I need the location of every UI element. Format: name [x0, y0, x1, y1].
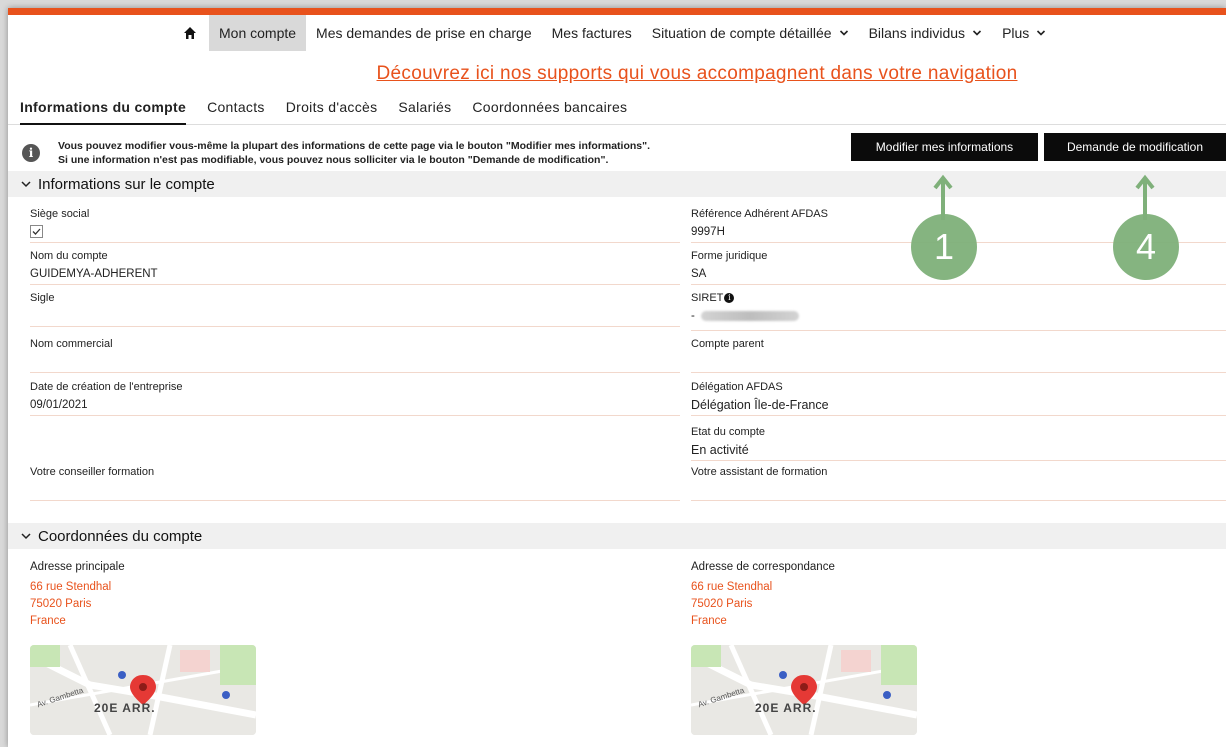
info-icon: i: [22, 144, 40, 162]
address-line[interactable]: 66 rue Stendhal: [30, 579, 125, 596]
chevron-down-icon: [1037, 30, 1046, 36]
field-etat-compte: Etat du compte En activité: [691, 425, 1226, 461]
section-title: Informations sur le compte: [38, 175, 215, 193]
field-value: -: [691, 307, 1226, 325]
chevron-down-icon: [21, 181, 31, 188]
nav-label: Mon compte: [219, 25, 297, 41]
main-address: Adresse principale 66 rue Stendhal 75020…: [30, 561, 125, 630]
field-label: Compte parent: [691, 338, 764, 350]
field-nom-compte: Nom du compte GUIDEMYA-ADHERENT: [30, 249, 680, 285]
siret-label: SIRET: [691, 292, 724, 304]
nav-plus[interactable]: Plus: [992, 15, 1056, 51]
field-label: Nom commercial: [30, 338, 113, 350]
field-value: Délégation Île-de-France: [691, 398, 829, 412]
field-value: [30, 307, 680, 325]
account-tabs: Informations du compte Contacts Droits d…: [8, 95, 1226, 125]
nav-label: Bilans individus: [868, 25, 966, 41]
field-compte-parent: Compte parent: [691, 337, 1226, 373]
edit-info-button[interactable]: Modifier mes informations: [851, 133, 1038, 161]
check-icon: [32, 228, 41, 235]
account-info-grid: Siège social Nom du compte GUIDEMYA-ADHE…: [8, 197, 1226, 523]
nav-situation[interactable]: Situation de compte détaillée: [642, 15, 859, 51]
field-conseiller: Votre conseiller formation: [30, 465, 680, 501]
map-district-label: 20E ARR.: [755, 701, 817, 715]
section-account-info[interactable]: Informations sur le compte: [8, 171, 1226, 197]
callout-badge-edit: 1: [911, 214, 977, 280]
main-address-map[interactable]: Av. Gambetta 20E ARR.: [30, 645, 256, 735]
field-assistant: Votre assistant de formation: [691, 465, 1226, 501]
field-value: [691, 481, 1226, 499]
chevron-down-icon: [839, 30, 848, 36]
field-date-creation: Date de création de l'entreprise 09/01/2…: [30, 380, 680, 416]
address-label: Adresse de correspondance: [691, 561, 835, 573]
section-title: Coordonnées du compte: [38, 527, 203, 545]
tab-informations[interactable]: Informations du compte: [20, 95, 187, 125]
address-label: Adresse principale: [30, 561, 125, 573]
field-value: [30, 481, 680, 499]
info-text: Vous pouvez modifier vous-même la plupar…: [58, 139, 650, 167]
section-coordonnees[interactable]: Coordonnées du compte: [8, 523, 1226, 549]
address-line[interactable]: 75020 Paris: [691, 596, 835, 613]
map-district-label: 20E ARR.: [94, 701, 156, 715]
info-icon[interactable]: i: [724, 293, 735, 304]
field-siret: SIRET i -: [691, 291, 1226, 331]
field-label: Nom du compte: [30, 250, 108, 262]
chevron-down-icon: [972, 30, 982, 36]
main-nav: Mon compte Mes demandes de prise en char…: [8, 15, 1226, 51]
callout-badge-request: 4: [1113, 214, 1179, 280]
field-label: Etat du compte: [691, 426, 765, 438]
address-line[interactable]: France: [691, 613, 835, 630]
correspondence-address-map[interactable]: Av. Gambetta 20E ARR.: [691, 645, 917, 735]
siret-value: -: [691, 310, 695, 322]
nav-label: Mes factures: [551, 25, 632, 41]
map-tiles: [30, 645, 256, 735]
field-label: Votre assistant de formation: [691, 466, 828, 478]
nav-label: Situation de compte détaillée: [651, 25, 832, 41]
field-siege-social: Siège social: [30, 207, 680, 243]
nav-home[interactable]: [173, 15, 209, 51]
field-label: Siège social: [30, 208, 90, 220]
field-delegation: Délégation AFDAS Délégation Île-de-Franc…: [691, 380, 1226, 416]
request-change-button[interactable]: Demande de modification: [1044, 133, 1226, 161]
field-label: Sigle: [30, 292, 55, 304]
info-line-1: Vous pouvez modifier vous-même la plupar…: [58, 140, 651, 152]
chevron-down-icon: [21, 533, 31, 540]
map-tiles: [691, 645, 917, 735]
field-sigle: Sigle: [30, 291, 680, 327]
field-value: 09/01/2021: [30, 399, 88, 411]
siege-social-checkbox[interactable]: [30, 225, 43, 238]
info-line-2: Si une information n'est pas modifiable,…: [58, 154, 609, 166]
tab-contacts[interactable]: Contacts: [207, 95, 265, 125]
nav-bilans[interactable]: Bilans individus: [859, 15, 993, 51]
tab-droits[interactable]: Droits d'accès: [286, 95, 378, 125]
correspondence-address: Adresse de correspondance 66 rue Stendha…: [691, 561, 835, 630]
info-bar: i Vous pouvez modifier vous-même la plup…: [8, 125, 1226, 171]
brand-top-bar: [8, 8, 1226, 15]
redacted-siret: [700, 310, 799, 321]
field-value: En activité: [691, 443, 749, 457]
nav-mon-compte[interactable]: Mon compte: [209, 15, 307, 51]
address-line[interactable]: 66 rue Stendhal: [691, 579, 835, 596]
field-value: [691, 353, 1226, 371]
support-banner-link[interactable]: Découvrez ici nos supports qui vous acco…: [8, 63, 1226, 85]
nav-label: Plus: [1002, 25, 1030, 41]
nav-factures[interactable]: Mes factures: [542, 15, 642, 51]
nav-demandes[interactable]: Mes demandes de prise en charge: [306, 15, 542, 51]
tab-salaries[interactable]: Salariés: [398, 95, 451, 125]
app-frame: Mon compte Mes demandes de prise en char…: [8, 8, 1226, 747]
address-line[interactable]: 75020 Paris: [30, 596, 125, 613]
field-nom-commercial: Nom commercial: [30, 337, 680, 373]
field-label: SIRET i: [691, 291, 1226, 307]
home-icon: [184, 27, 196, 39]
field-label: Votre conseiller formation: [30, 466, 155, 478]
field-label: Délégation AFDAS: [691, 381, 783, 393]
coordonnees-grid: Adresse principale 66 rue Stendhal 75020…: [8, 549, 1226, 747]
address-line[interactable]: France: [30, 613, 125, 630]
field-label: Date de création de l'entreprise: [30, 381, 183, 393]
field-value: [30, 353, 680, 371]
field-value: GUIDEMYA-ADHERENT: [30, 268, 158, 280]
tab-coordonnees-bancaires[interactable]: Coordonnées bancaires: [472, 95, 627, 125]
nav-label: Mes demandes de prise en charge: [316, 25, 532, 41]
